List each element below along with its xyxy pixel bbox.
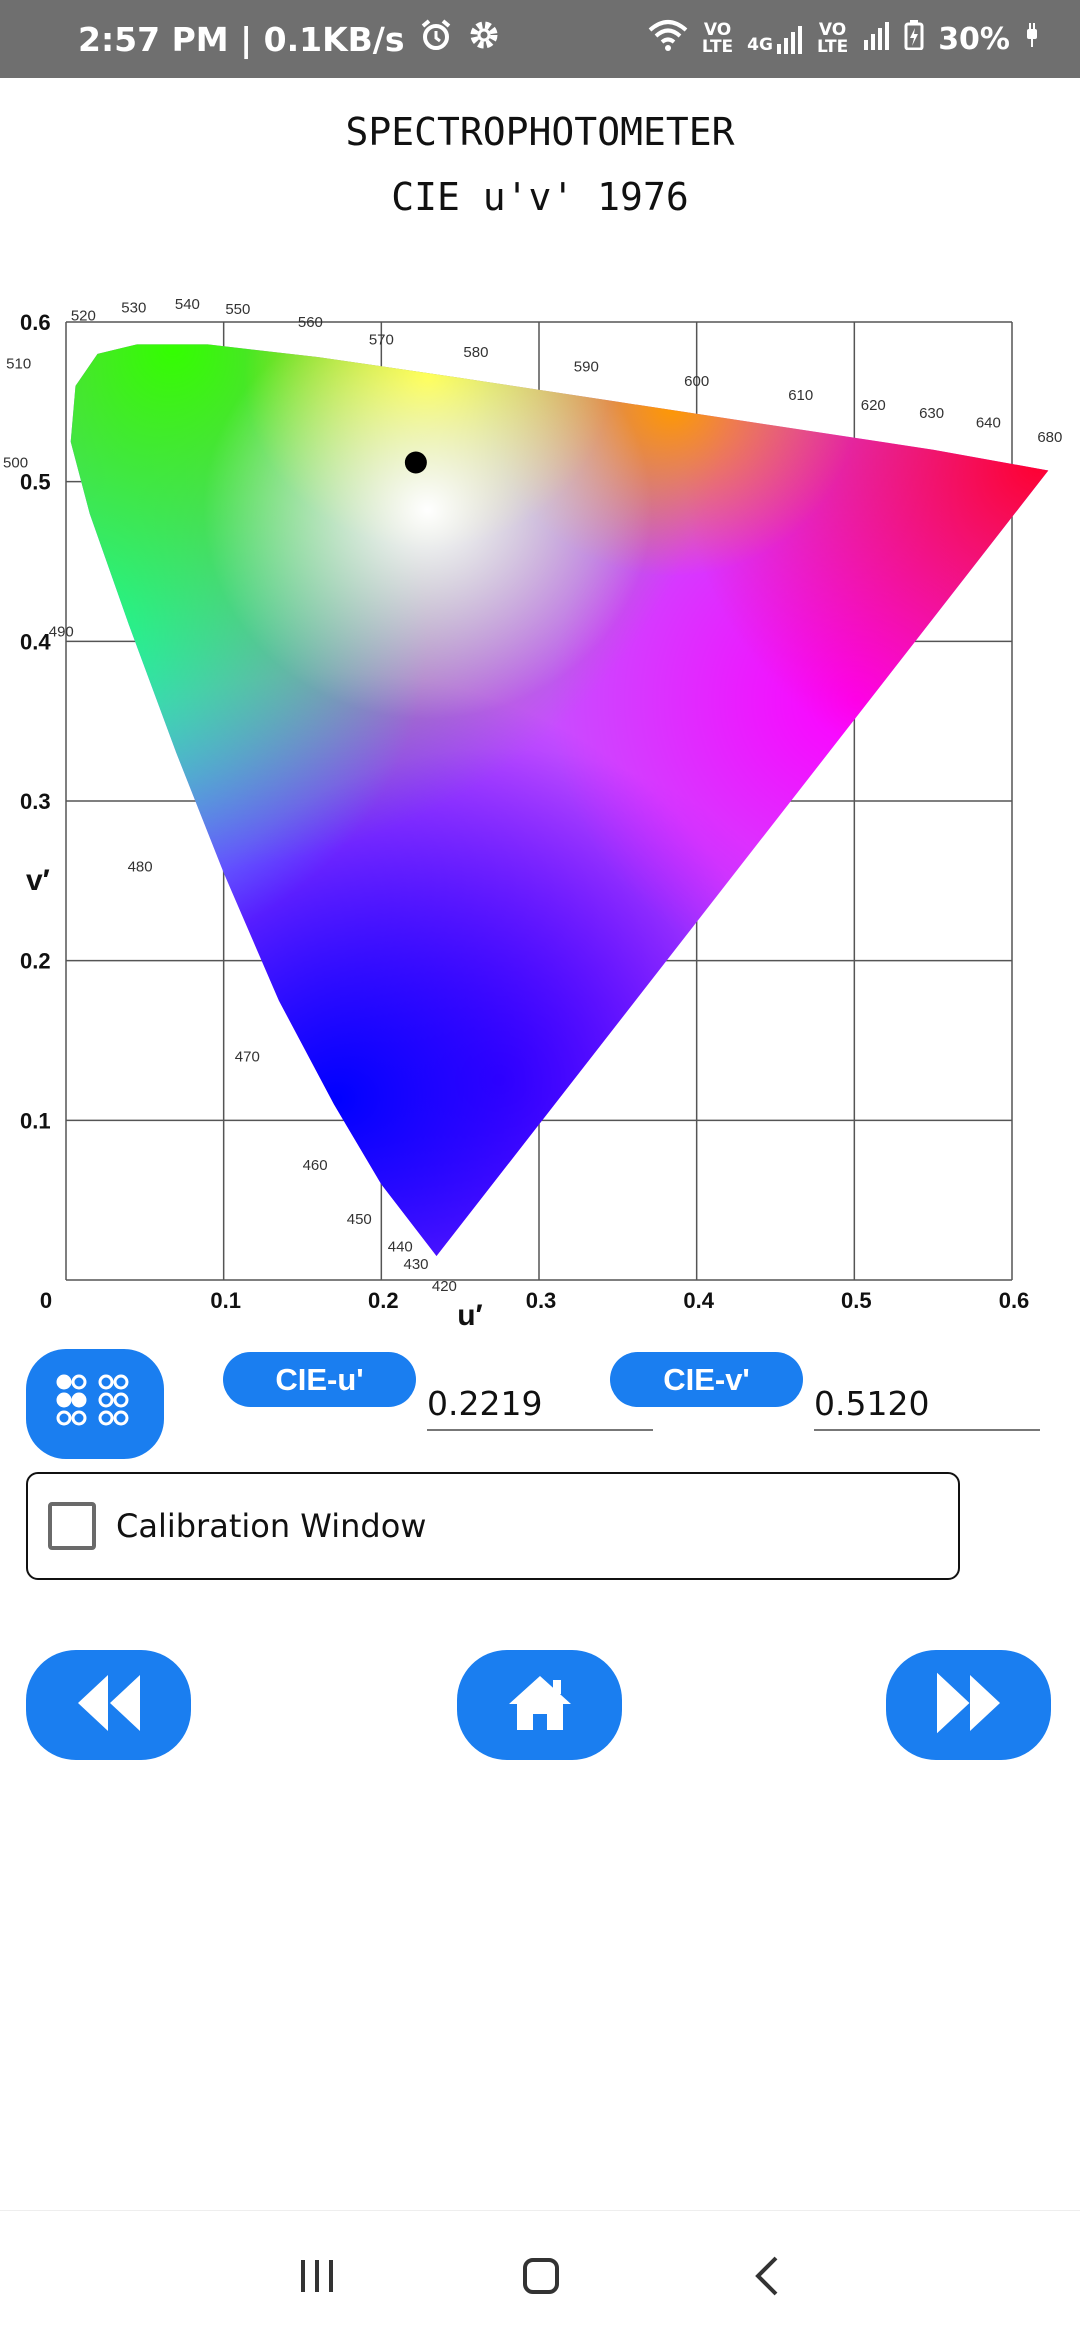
wavelength-label-600: 600 xyxy=(684,373,709,390)
x-tick-label: 0 xyxy=(40,1288,52,1313)
cie-chromaticity-chart: 0 0.1 0.2 0.3 0.4 0.5 0.6 0.1 0.2 0.3 0.4 0.5 0.6 u′ v… xyxy=(3,296,1062,1332)
wavelength-label-420: 420 xyxy=(432,1278,457,1295)
home-nav-icon[interactable] xyxy=(511,2251,571,2301)
wavelength-label-570: 570 xyxy=(369,331,394,348)
cie-v-value[interactable]: 0.5120 xyxy=(814,1375,1040,1431)
cie-u-button[interactable]: CIE-u' xyxy=(223,1352,416,1407)
home-icon xyxy=(507,1674,573,1736)
wavelength-label-470: 470 xyxy=(235,1048,260,1065)
x-tick-label: 0.4 xyxy=(683,1288,714,1313)
wavelength-label-680: 680 xyxy=(1037,429,1062,446)
status-bar: 2:57 PM | 0.1KB/s VO LTE 4G VO LTE 30% xyxy=(0,0,1080,78)
alarm-icon xyxy=(419,18,453,60)
gear-icon xyxy=(467,18,501,60)
wavelength-label-620: 620 xyxy=(861,397,886,414)
y-tick-label: 0.1 xyxy=(20,1108,51,1133)
charging-plug-icon xyxy=(1024,21,1040,57)
wavelength-label-460: 460 xyxy=(303,1157,328,1174)
wavelength-label-500: 500 xyxy=(3,454,28,471)
wifi-icon xyxy=(648,18,688,60)
wavelength-label-430: 430 xyxy=(404,1256,429,1273)
wavelength-label-550: 550 xyxy=(225,301,250,318)
x-axis-label: u′ xyxy=(457,1299,483,1332)
spectral-locus xyxy=(70,344,1049,1256)
x-tick-label: 0.3 xyxy=(526,1288,557,1313)
menu-keypad-button[interactable] xyxy=(26,1349,164,1459)
wavelength-label-630: 630 xyxy=(919,405,944,422)
y-tick-label: 0.2 xyxy=(20,949,51,974)
volte-icon: VO LTE xyxy=(701,20,734,57)
x-tick-label: 0.2 xyxy=(368,1288,399,1313)
calibration-label: Calibration Window xyxy=(116,1507,427,1545)
wavelength-label-610: 610 xyxy=(788,387,813,404)
wavelength-label-590: 590 xyxy=(574,358,599,375)
wavelength-label-450: 450 xyxy=(347,1211,372,1228)
y-axis-label: v′ xyxy=(26,864,50,897)
signal-icon xyxy=(862,20,890,58)
next-button[interactable] xyxy=(886,1650,1051,1760)
wavelength-label-480: 480 xyxy=(128,858,153,875)
page-title: SPECTROPHOTOMETER xyxy=(345,110,735,154)
battery-charging-icon xyxy=(904,20,924,58)
y-tick-label: 0.6 xyxy=(20,310,51,335)
x-tick-label: 0.5 xyxy=(841,1288,872,1313)
wavelength-label-520: 520 xyxy=(71,307,96,324)
wavelength-label-510: 510 xyxy=(6,355,31,372)
battery-percent: 30% xyxy=(938,21,1010,57)
rewind-icon xyxy=(74,1671,144,1739)
fast-forward-icon xyxy=(934,1671,1004,1739)
x-tick-label: 0.1 xyxy=(210,1288,241,1313)
volte-icon-2: VO LTE xyxy=(816,20,849,57)
y-tick-label: 0.5 xyxy=(20,470,51,495)
4g-signal-icon: 4G xyxy=(747,24,803,54)
wavelength-label-490: 490 xyxy=(49,624,74,641)
recent-apps-icon[interactable] xyxy=(287,2251,347,2301)
status-time: 2:57 PM | 0.1KB/s xyxy=(78,19,405,59)
system-navigation-bar xyxy=(0,2210,1080,2341)
wavelength-label-560: 560 xyxy=(298,314,323,331)
measured-point xyxy=(404,451,427,474)
calibration-checkbox[interactable] xyxy=(48,1502,96,1550)
wavelength-label-580: 580 xyxy=(463,344,488,361)
wavelength-label-640: 640 xyxy=(976,414,1001,431)
wavelength-label-530: 530 xyxy=(121,299,146,316)
wavelength-label-540: 540 xyxy=(175,296,200,313)
back-nav-icon[interactable] xyxy=(737,2251,797,2301)
page-subtitle: CIE u'v' 1976 xyxy=(391,175,689,219)
y-tick-label: 0.4 xyxy=(20,629,51,654)
status-right: VO LTE 4G VO LTE 30% xyxy=(648,0,1040,78)
status-left: 2:57 PM | 0.1KB/s xyxy=(78,0,501,78)
x-tick-label: 0.6 xyxy=(999,1288,1030,1313)
y-tick-label: 0.3 xyxy=(20,789,51,814)
calibration-window-option[interactable]: Calibration Window xyxy=(26,1472,960,1580)
cie-v-button[interactable]: CIE-v' xyxy=(610,1352,803,1407)
wavelength-label-440: 440 xyxy=(388,1238,413,1255)
previous-button[interactable] xyxy=(26,1650,191,1760)
home-button[interactable] xyxy=(457,1650,622,1760)
keypad-grid-icon xyxy=(54,1372,136,1436)
